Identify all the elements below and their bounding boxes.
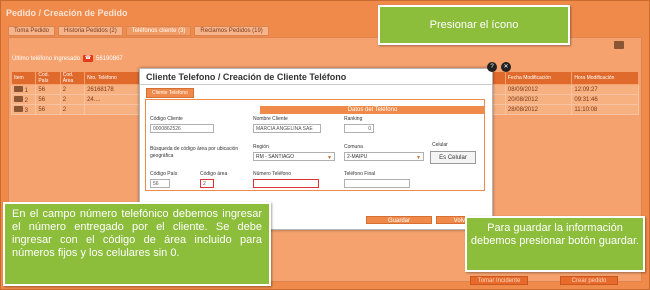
codigo-area-label: Código área <box>200 171 228 177</box>
ranking-label: Ranking <box>344 116 363 122</box>
codigo-pais-field[interactable]: 56 <box>150 179 170 188</box>
last-phone-value: 56190867 <box>96 55 123 62</box>
codigo-cliente-field: 0000862526 <box>150 124 214 133</box>
codigo-cliente-label: Código Cliente <box>150 116 183 122</box>
save-button[interactable]: Guardar <box>366 216 432 224</box>
table-cell: 28/08/2012 <box>504 104 573 115</box>
numero-telefono-field[interactable] <box>253 179 319 188</box>
col-header: Fecha Modificación <box>504 71 573 85</box>
phone-icon[interactable]: ☎ <box>83 55 94 62</box>
close-icon[interactable]: ✕ <box>501 62 511 72</box>
tab-telefonos-cliente[interactable]: Teléfonos cliente (3) <box>125 26 192 36</box>
callout-phone-number: En el campo número telefónico debemos in… <box>3 202 271 286</box>
table-cell: 1 <box>10 84 37 95</box>
modal-divider <box>140 84 492 85</box>
modal-title: Cliente Telefono / Creación de Cliente T… <box>146 72 347 82</box>
table-cell: 2 <box>59 104 86 115</box>
busqueda-label: Búsqueda de código área por ubicación ge… <box>150 146 239 159</box>
table-cell: 11:10:08 <box>571 104 639 115</box>
tab-bar: Toma Pedido Historia Pedidos (2) Teléfon… <box>8 26 269 36</box>
table-cell: 12:09:27 <box>571 84 639 95</box>
comuna-label: Comuna <box>344 144 363 150</box>
table-cell: 3 <box>10 104 37 115</box>
tab-toma-pedido[interactable]: Toma Pedido <box>8 26 56 36</box>
telefono-final-field <box>344 179 410 188</box>
table-cell: 20/08/2012 <box>504 94 573 105</box>
last-phone-row: Último teléfono ingresado ☎ 56190867 <box>12 55 123 62</box>
nombre-cliente-field: MARCIA ANGELINA SAE <box>253 124 321 133</box>
celular-label: Celular <box>432 142 448 148</box>
help-icon[interactable]: ? <box>487 62 497 72</box>
add-phone-icon[interactable] <box>614 41 624 49</box>
section-header: Datos del Teléfono <box>260 106 485 114</box>
page-title: Pedido / Creación de Pedido <box>6 8 128 18</box>
col-header: Cod. Área <box>59 71 86 85</box>
table-cell: 2 <box>59 94 86 105</box>
table-cell: 56 <box>35 94 61 105</box>
tab-historia-pedidos[interactable]: Historia Pedidos (2) <box>58 26 123 36</box>
col-header: Hora Modificación <box>571 71 639 85</box>
tab-reclamos-pedidos[interactable]: Reclamos Pedidos (19) <box>194 26 269 36</box>
region-label: Región <box>253 144 269 150</box>
codigo-pais-label: Código País <box>150 171 178 177</box>
table-cell: 2 <box>59 84 86 95</box>
ranking-field[interactable]: 0 <box>344 124 374 133</box>
edit-icon[interactable] <box>14 95 23 102</box>
table-cell: 56 <box>35 104 61 115</box>
nombre-cliente-label: Nombre Cliente <box>253 116 288 122</box>
callout-press-icon: Presionar el ícono <box>378 5 570 45</box>
crear-pedido-button[interactable]: Crear pedido <box>560 276 618 285</box>
tomar-incidente-button[interactable]: Tomar Incidente <box>470 276 528 285</box>
callout-save: Para guardar la información debemos pres… <box>465 216 645 272</box>
tab-cliente-telefono[interactable]: Cliente Telefono <box>146 88 194 98</box>
chevron-down-icon: ▼ <box>327 155 332 161</box>
telefono-final-label: Teléfono Final <box>344 171 376 177</box>
edit-icon[interactable] <box>14 105 23 112</box>
comuna-select[interactable]: 2-MAIPU ▼ <box>344 152 424 161</box>
es-celular-button[interactable]: Es Celular <box>430 151 476 164</box>
last-phone-label: Último teléfono ingresado <box>12 55 81 62</box>
table-cell: 09:31:46 <box>571 94 639 105</box>
table-cell: 56 <box>35 84 61 95</box>
table-cell: 08/09/2012 <box>504 84 573 95</box>
edit-icon[interactable] <box>14 85 23 92</box>
region-select[interactable]: RM - SANTIAGO ▼ <box>253 152 335 161</box>
numero-telefono-label: Número Teléfono <box>253 171 291 177</box>
table-cell: 2 <box>10 94 37 105</box>
codigo-area-field[interactable]: 2 <box>200 179 214 188</box>
col-header: Cod. País <box>35 71 61 85</box>
chevron-down-icon: ▼ <box>416 155 421 161</box>
col-header: Item <box>10 71 37 85</box>
